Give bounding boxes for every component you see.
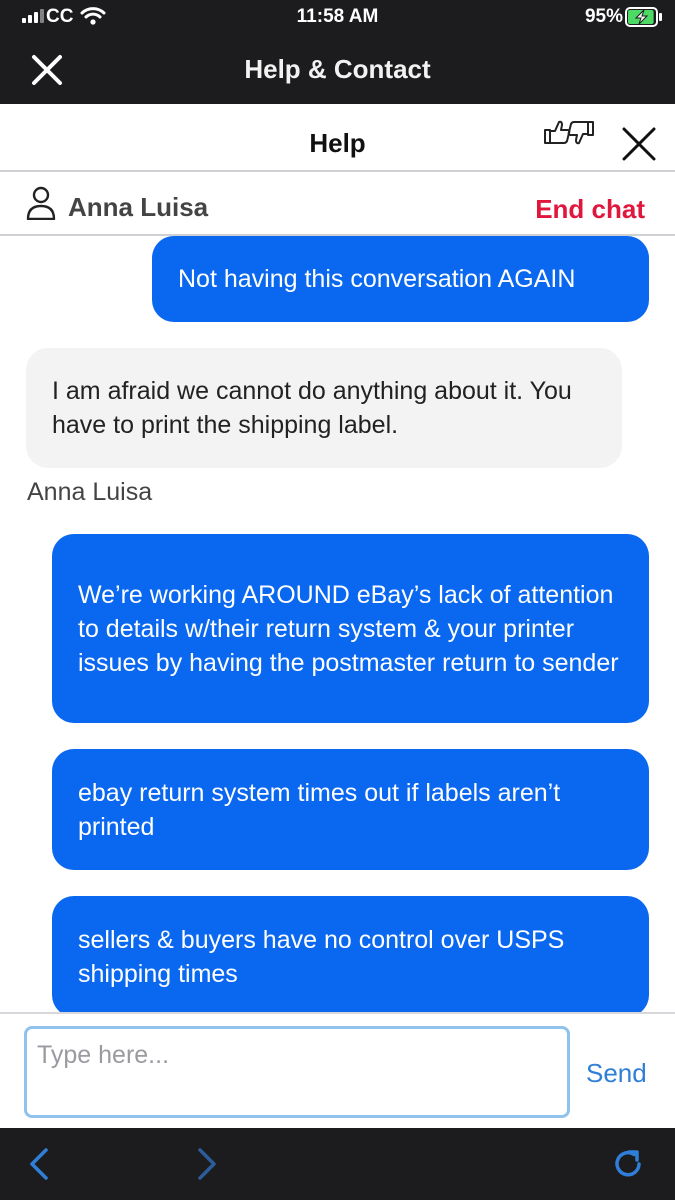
close-icon[interactable]: [621, 126, 657, 162]
battery-percent: 95%: [584, 6, 623, 27]
user-message: ebay return system times out if labels a…: [52, 749, 649, 870]
page-title: Help & Contact: [244, 54, 431, 84]
battery-charging-icon: [625, 7, 662, 27]
chevron-right-icon[interactable]: [188, 1146, 224, 1182]
sender-label: Anna Luisa: [27, 478, 153, 506]
message-list[interactable]: Not having this conversation AGAIN I am …: [0, 236, 675, 1012]
message-text: sellers & buyers have no control over US…: [78, 925, 565, 988]
clock: 11:58 AM: [296, 6, 379, 27]
top-bar: Help & Contact: [0, 34, 675, 104]
status-bar: CC 11:58 AM 95%: [0, 0, 675, 34]
chevron-left-icon[interactable]: [22, 1146, 58, 1182]
message-text: We’re working AROUND eBay’s lack of atte…: [78, 580, 619, 677]
thumbs-up-down-icon[interactable]: [543, 118, 595, 150]
user-message: We’re working AROUND eBay’s lack of atte…: [52, 534, 649, 723]
person-icon: [26, 186, 56, 220]
agent-row: Anna Luisa End chat: [0, 172, 675, 236]
send-button[interactable]: Send: [586, 1058, 647, 1089]
agent-message: I am afraid we cannot do anything about …: [26, 348, 622, 468]
message-text: ebay return system times out if labels a…: [78, 778, 561, 841]
bottom-nav: [0, 1128, 675, 1200]
user-message: sellers & buyers have no control over US…: [52, 896, 649, 1012]
composer: Send: [0, 1012, 675, 1130]
message-input[interactable]: [24, 1026, 570, 1118]
end-chat-button[interactable]: End chat: [535, 194, 645, 225]
message-text: Not having this conversation AGAIN: [178, 265, 576, 293]
agent-name: Anna Luisa: [68, 192, 209, 222]
reload-icon[interactable]: [610, 1146, 646, 1182]
user-message: Not having this conversation AGAIN: [152, 236, 649, 322]
help-header: Help: [0, 104, 675, 172]
message-text: I am afraid we cannot do anything about …: [52, 377, 572, 439]
